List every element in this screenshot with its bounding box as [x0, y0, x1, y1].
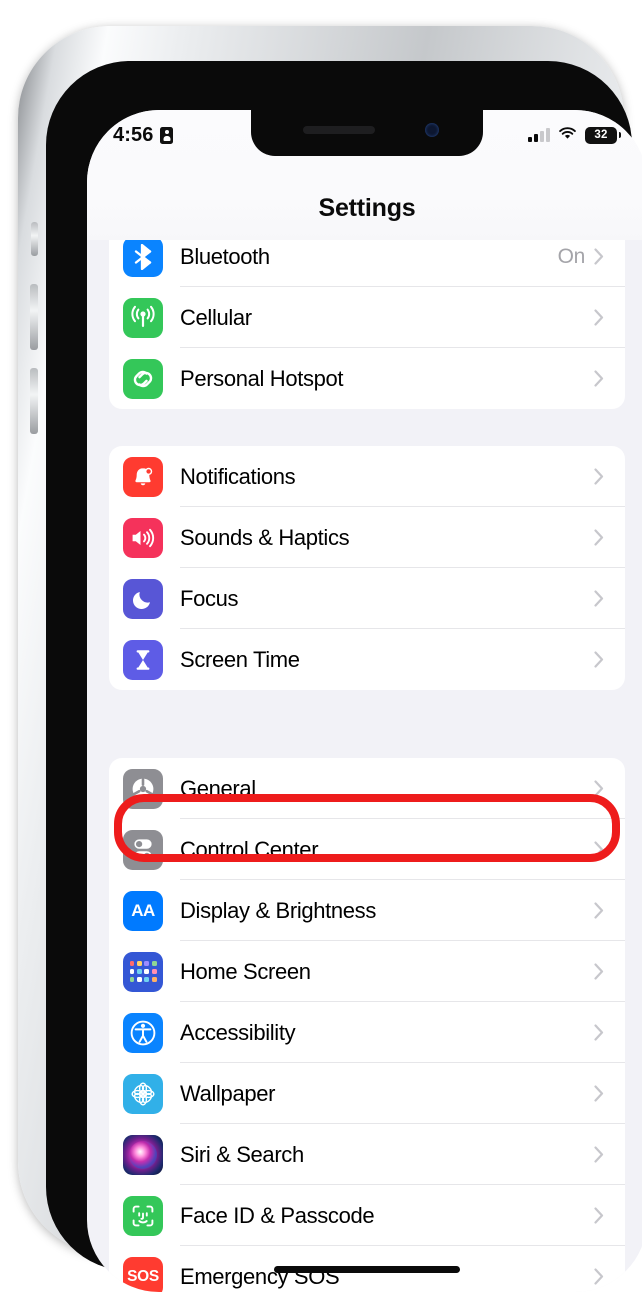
settings-row-face-id-passcode[interactable]: Face ID & Passcode — [109, 1185, 625, 1246]
settings-row-label: Siri & Search — [180, 1142, 594, 1168]
chevron-right-icon — [594, 309, 604, 326]
notifications-bell-icon — [123, 457, 163, 497]
battery-icon: 32 — [585, 127, 617, 144]
control-center-toggles-icon — [123, 830, 163, 870]
moon-icon — [123, 579, 163, 619]
settings-row-label: Wallpaper — [180, 1081, 594, 1107]
chevron-right-icon — [594, 590, 604, 607]
settings-row-label: Focus — [180, 586, 594, 612]
home-screen-app-grid — [130, 961, 157, 982]
settings-row-label: Notifications — [180, 464, 594, 490]
volume-down-button[interactable] — [30, 368, 38, 434]
phone-screen: Bluetooth On — [87, 110, 642, 1292]
status-time: 4:56 — [113, 124, 153, 147]
wifi-icon — [558, 126, 577, 145]
settings-row-label: Screen Time — [180, 647, 594, 673]
settings-scroll-view[interactable]: Bluetooth On — [87, 110, 642, 1292]
chevron-right-icon — [594, 1085, 604, 1102]
chevron-right-icon — [594, 248, 604, 265]
status-bar-right: 32 — [528, 126, 621, 145]
home-screen-grid-icon — [123, 952, 163, 992]
chevron-right-icon — [594, 370, 604, 387]
chevron-right-icon — [594, 963, 604, 980]
settings-row-label: Display & Brightness — [180, 898, 594, 924]
chevron-right-icon — [594, 529, 604, 546]
home-indicator[interactable] — [274, 1266, 460, 1273]
settings-group-system: General — [109, 758, 625, 1292]
settings-row-focus[interactable]: Focus — [109, 568, 625, 629]
settings-row-value: On — [558, 245, 585, 269]
speaker-icon — [123, 518, 163, 558]
notch — [251, 110, 483, 156]
settings-row-label: Face ID & Passcode — [180, 1203, 594, 1229]
battery-level-text: 32 — [594, 129, 607, 141]
chevron-right-icon — [594, 1146, 604, 1163]
settings-group-connectivity: Bluetooth On — [109, 226, 625, 409]
settings-row-home-screen[interactable]: Home Screen — [109, 941, 625, 1002]
chevron-right-icon — [594, 651, 604, 668]
chevron-right-icon — [594, 1268, 604, 1285]
hourglass-icon — [123, 640, 163, 680]
accessibility-icon — [123, 1013, 163, 1053]
settings-row-wallpaper[interactable]: Wallpaper — [109, 1063, 625, 1124]
settings-row-label: General — [180, 776, 594, 802]
status-bar-left: 4:56 — [113, 124, 173, 147]
settings-row-label: Cellular — [180, 305, 585, 331]
chevron-right-icon — [594, 1207, 604, 1224]
cellular-icon — [123, 298, 163, 338]
chevron-right-icon — [594, 468, 604, 485]
settings-row-cellular[interactable]: Cellular — [109, 287, 625, 348]
settings-row-label: Personal Hotspot — [180, 366, 585, 392]
settings-row-siri-search[interactable]: Siri & Search — [109, 1124, 625, 1185]
sos-label: SOS — [127, 1268, 159, 1286]
page-title: Settings — [87, 194, 642, 223]
orientation-lock-icon — [160, 127, 173, 144]
phone-bezel: Bluetooth On — [46, 61, 632, 1271]
battery-indicator: 32 — [585, 127, 621, 144]
battery-cap — [619, 132, 622, 138]
bluetooth-icon — [123, 237, 163, 277]
chevron-right-icon — [594, 841, 604, 858]
settings-row-label: Bluetooth — [180, 244, 558, 270]
settings-row-personal-hotspot[interactable]: Personal Hotspot — [109, 348, 625, 409]
wallpaper-flower-icon — [123, 1074, 163, 1114]
volume-up-button[interactable] — [30, 284, 38, 350]
settings-row-control-center[interactable]: Control Center — [109, 819, 625, 880]
gear-icon — [123, 769, 163, 809]
display-aa-label: AA — [131, 901, 155, 921]
display-brightness-aa-icon: AA — [123, 891, 163, 931]
settings-row-notifications[interactable]: Notifications — [109, 446, 625, 507]
emergency-sos-icon: SOS — [123, 1257, 163, 1292]
settings-row-general[interactable]: General — [109, 758, 625, 819]
face-id-icon — [123, 1196, 163, 1236]
personal-hotspot-icon — [123, 359, 163, 399]
settings-row-label: Sounds & Haptics — [180, 525, 594, 551]
siri-orb-icon — [123, 1135, 163, 1175]
settings-row-screen-time[interactable]: Screen Time — [109, 629, 625, 690]
settings-group-notifications: Notifications Sounds — [109, 446, 625, 690]
phone-device: Bluetooth On — [18, 26, 624, 1254]
chevron-right-icon — [594, 780, 604, 797]
front-camera — [425, 123, 439, 137]
settings-row-label: Accessibility — [180, 1020, 594, 1046]
settings-row-display-brightness[interactable]: AA Display & Brightness — [109, 880, 625, 941]
settings-row-sounds-haptics[interactable]: Sounds & Haptics — [109, 507, 625, 568]
silent-switch[interactable] — [31, 222, 38, 256]
chevron-right-icon — [594, 1024, 604, 1041]
settings-row-label: Home Screen — [180, 959, 594, 985]
settings-row-label: Control Center — [180, 837, 594, 863]
chevron-right-icon — [594, 902, 604, 919]
cellular-signal-icon — [528, 129, 550, 142]
earpiece-speaker — [303, 126, 375, 134]
settings-row-accessibility[interactable]: Accessibility — [109, 1002, 625, 1063]
